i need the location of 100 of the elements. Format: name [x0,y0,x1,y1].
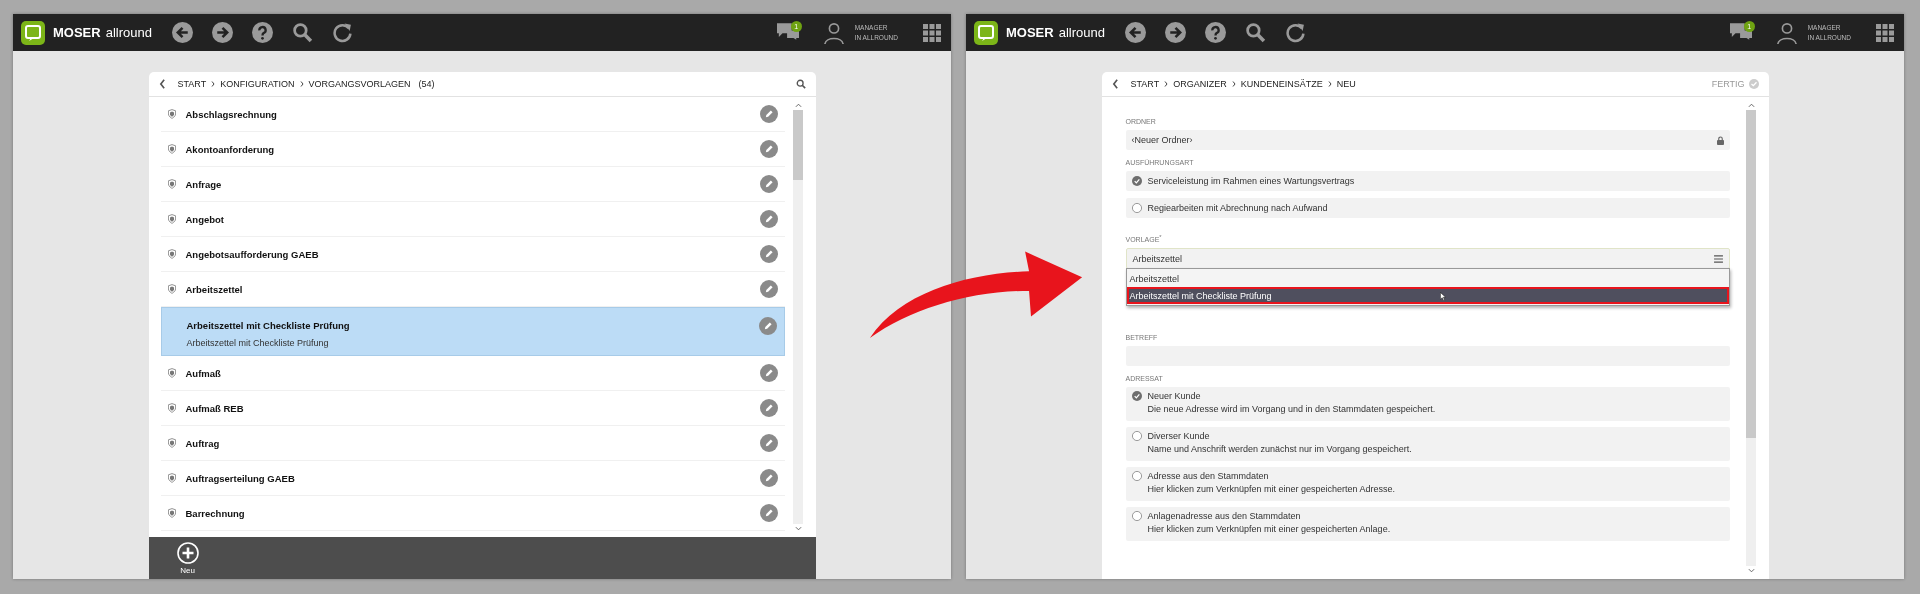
edit-pencil-icon[interactable] [759,140,778,158]
shield-icon [167,144,176,154]
refresh-icon[interactable] [331,22,353,43]
template-name: Aufmaß [185,367,221,379]
template-name: Angebotsaufforderung GAEB [185,248,319,260]
edit-pencil-icon[interactable] [759,399,778,417]
lock-icon [1716,135,1724,145]
shield-icon [167,508,176,518]
option-title: Regiearbeiten mit Abrechnung nach Aufwand [1147,203,1328,213]
option-description: Die neue Adresse wird im Vorgang und in den Stammdaten gespeichert. [1147,404,1436,415]
scroll-thumb[interactable] [1746,110,1756,439]
template-name: Barrechnung [185,507,245,519]
folder-field[interactable]: ‹Neuer Ordner› [1125,130,1730,150]
template-name: Angebot [185,213,225,225]
scroll-thumb[interactable] [793,110,803,180]
back-icon[interactable] [171,22,193,43]
refresh-icon[interactable] [1284,22,1306,43]
edit-pencil-icon[interactable] [759,245,778,263]
shield-icon [167,179,176,189]
template-name: Aufmaß REB [185,402,244,414]
shield-icon [167,214,176,224]
radio-icon[interactable] [1131,431,1142,442]
shield-icon [167,368,176,378]
item-count: (54) [418,79,435,89]
field-value: Arbeitszettel [1132,253,1183,264]
template-name: Anfrage [185,178,222,190]
apps-grid-icon[interactable] [923,23,941,42]
radio-icon[interactable] [1131,203,1142,213]
breadcrumb-separator-icon [211,81,216,87]
radio-option[interactable]: Diverser Kunde Name und Anschrift werden zunächst nur im Vorgang gespeichert. [1125,427,1730,462]
template-select[interactable]: Arbeitszettel [1125,248,1730,270]
template-row[interactable]: Aufmaß REB [160,391,785,426]
template-row[interactable]: Aufmaß [160,356,785,391]
template-row[interactable]: Auftrag [160,426,785,461]
dropdown-option[interactable]: Arbeitszettel [1126,270,1729,288]
template-row[interactable]: Barrechnung [160,496,785,531]
help-icon[interactable] [1204,22,1226,43]
radio-option[interactable]: Serviceleistung im Rahmen eines Wartungsvertrags [1125,171,1730,191]
breadcrumb-link[interactable]: START [177,79,207,89]
option-title: Serviceleistung im Rahmen eines Wartungsvertrags [1147,176,1355,186]
template-row[interactable]: Arbeitszettel mit Checkliste Prüfung Arbeitszettel mit Checkliste Prüfung [160,307,785,356]
edit-pencil-icon[interactable] [759,364,778,382]
radio-option[interactable]: Adresse aus den Stammdaten Hier klicken zum Verknüpfen mit einer gespeicherten Adresse. [1125,467,1730,502]
forward-icon[interactable] [1164,22,1186,43]
app-logo-icon [974,20,998,45]
back-icon[interactable] [1124,22,1146,43]
search-icon[interactable] [291,22,313,43]
edit-pencil-icon[interactable] [759,469,778,487]
option-description: Name und Anschrift werden zunächst nur im Vorgang gespeichert. [1147,444,1412,455]
radio-option[interactable]: Regiearbeiten mit Abrechnung nach Aufwand [1125,198,1730,218]
dropdown-option[interactable]: Arbeitszettel mit Checkliste Prüfung [1126,287,1729,305]
radio-icon[interactable] [1131,471,1142,482]
search-icon[interactable] [1244,22,1266,43]
breadcrumb-link[interactable]: KONFIGURATION [220,79,295,89]
template-name: Akontoanforderung [185,143,275,155]
radio-option[interactable]: Neuer Kunde Die neue Adresse wird im Vorgang und in den Stammdaten gespeichert. [1125,387,1730,422]
breadcrumb-separator-icon [1164,81,1169,87]
scroll-up-icon[interactable] [1747,103,1755,108]
breadcrumb-link[interactable]: VORGANGSVORLAGEN [308,79,411,89]
edit-pencil-icon[interactable] [759,280,778,298]
template-row[interactable]: Auftragserteilung GAEB [160,461,785,496]
edit-pencil-icon[interactable] [758,316,777,335]
template-name: Auftragserteilung GAEB [185,472,295,484]
option-title: Adresse aus den Stammdaten [1147,471,1270,482]
breadcrumb-link[interactable]: ORGANIZER [1173,79,1227,89]
breadcrumb-link[interactable]: KUNDENEINSÄTZE [1240,79,1323,89]
back-chevron-icon[interactable] [1111,79,1119,89]
user-icon[interactable] [822,21,845,44]
template-row[interactable]: Angebotsaufforderung GAEB [160,237,785,272]
template-name: Abschlagsrechnung [185,108,277,120]
checked-radio-icon[interactable] [1131,176,1142,186]
check-circle-icon[interactable] [1748,79,1759,89]
menu-icon[interactable] [1713,254,1723,263]
breadcrumb-link[interactable]: START [1130,79,1160,89]
scroll-down-icon[interactable] [1747,568,1755,573]
checked-radio-icon[interactable] [1131,391,1142,402]
brand-suffix: allround [1058,25,1105,40]
edit-pencil-icon[interactable] [759,504,778,522]
edit-pencil-icon[interactable] [759,105,778,123]
scroll-down-icon[interactable] [794,526,802,531]
scroll-up-icon[interactable] [794,103,802,108]
apps-grid-icon[interactable] [1876,23,1894,42]
template-name: Arbeitszettel [185,283,243,295]
forward-icon[interactable] [211,22,233,43]
option-title: Anlagenadresse aus den Stammdaten [1147,511,1302,522]
user-icon[interactable] [1775,21,1798,44]
radio-icon[interactable] [1131,511,1142,522]
search-icon[interactable] [795,79,806,89]
template-row[interactable]: Abschlagsrechnung [160,97,785,132]
help-icon[interactable] [251,22,273,43]
radio-option[interactable]: Anlagenadresse aus den Stammdaten Hier klicken zum Verknüpfen mit einer gespeicherten Anlage. [1125,507,1730,542]
back-chevron-icon[interactable] [158,79,166,89]
template-row[interactable]: Anfrage [160,167,785,202]
template-row[interactable]: Akontoanforderung [160,132,785,167]
edit-pencil-icon[interactable] [759,175,778,193]
edit-pencil-icon[interactable] [759,434,778,452]
edit-pencil-icon[interactable] [759,210,778,228]
breadcrumb-link[interactable]: NEU [1336,79,1356,89]
shield-icon [167,249,176,259]
template-row[interactable]: Angebot [160,202,785,237]
